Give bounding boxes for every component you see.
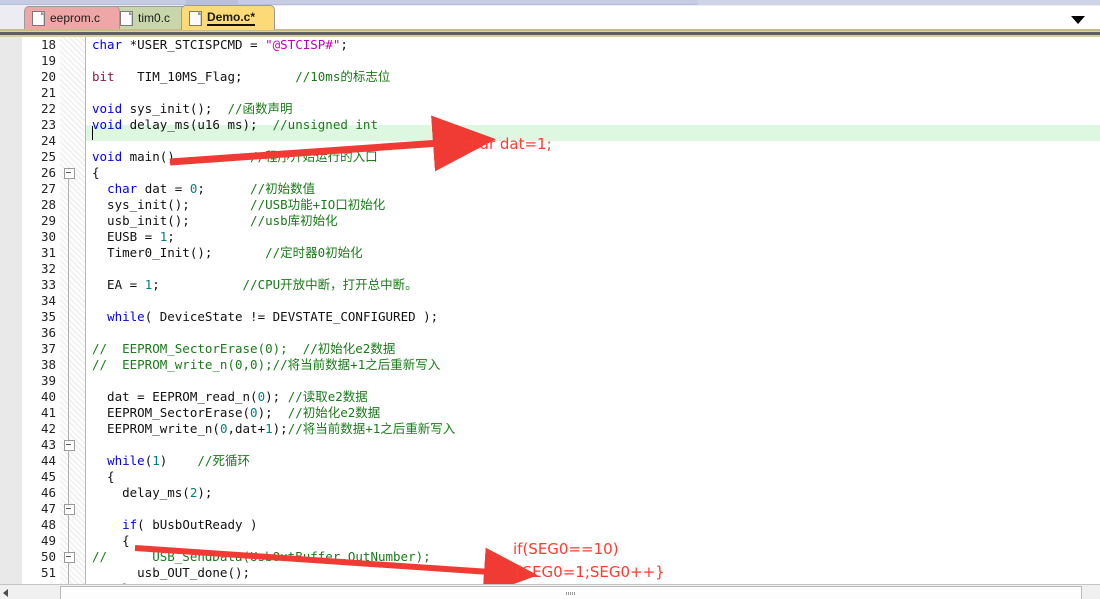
line-number: 35 [40,309,56,324]
line-number: 21 [40,85,56,100]
code-line[interactable]: { [92,165,100,181]
code-line[interactable]: char *USER_STCISPCMD = "@STCISP#"; [92,37,348,53]
code-line[interactable]: void main() //程序开始运行的入口 [92,149,378,165]
annotation-seg0-line2: {SEG0=1;SEG0++} [513,563,665,581]
annotation-char-dat: char dat=1; [462,135,552,153]
line-number: 38 [40,357,56,372]
line-number: 26 [40,165,56,180]
code-line[interactable]: // USB_SendData(UsbOutBuffer,OutNumber); [92,549,431,565]
line-number: 33 [40,277,56,292]
line-number: 39 [40,373,56,388]
line-number: 34 [40,293,56,308]
line-number: 29 [40,213,56,228]
line-number: 36 [40,325,56,340]
editor-tab-bar: eeprom.c tim0.c Demo.c* [0,5,1100,30]
line-number: 19 [40,53,56,68]
code-line[interactable]: // EEPROM_SectorErase(0); //初始化e2数据 [92,341,395,357]
toolbar-separator [0,29,1100,37]
line-number: 43 [40,437,56,452]
line-number: 50 [40,549,56,564]
scrollbar-grip [566,592,576,595]
line-number: 27 [40,181,56,196]
line-number: 47 [40,501,56,516]
code-line[interactable]: // EEPROM_write_n(0,0);//将当前数据+1之后重新写入 [92,357,440,373]
code-line[interactable]: { [92,469,115,485]
tab-tim0-c[interactable]: tim0.c [112,6,188,29]
fold-toggle-icon[interactable] [64,504,75,515]
line-number: 18 [40,37,56,52]
line-number: 22 [40,101,56,116]
line-number: 37 [40,341,56,356]
fold-guide-line [68,178,69,444]
code-line[interactable]: { [92,533,130,549]
fold-guide-line [68,450,69,508]
code-line[interactable]: while(1) //死循环 [92,453,250,469]
tab-label: eeprom.c [50,11,101,25]
code-editor-window: eeprom.c tim0.c Demo.c* 18 19 20 21 22 2… [0,0,1100,599]
scroll-left-icon[interactable] [3,589,8,597]
fold-guide-line [68,562,69,584]
tab-demo-c-active[interactable]: Demo.c* [181,5,275,30]
line-number: 30 [40,229,56,244]
annotation-seg0-line1: if(SEG0==10) [513,540,619,558]
code-line[interactable]: EUSB = 1; [92,229,175,245]
code-line[interactable]: EA = 1; //CPU开放中断，打开总中断。 [92,277,418,293]
code-line[interactable]: if( bUsbOutReady ) [92,517,257,533]
horizontal-scrollbar[interactable] [0,584,1100,599]
line-number: 20 [40,69,56,84]
line-number: 46 [40,485,56,500]
line-number: 25 [40,149,56,164]
tab-eeprom-c[interactable]: eeprom.c [24,6,120,29]
file-icon [32,10,45,26]
line-number: 42 [40,421,56,436]
code-line[interactable]: char dat = 0; //初始数值 [92,181,315,197]
file-icon [120,10,133,26]
line-number: 28 [40,197,56,212]
code-line[interactable]: sys_init(); //USB功能+IO口初始化 [92,197,385,213]
code-line[interactable]: while( DeviceState != DEVSTATE_CONFIGURE… [92,309,438,325]
line-number: 51 [40,565,56,580]
code-line[interactable]: usb_OUT_done(); [92,565,250,581]
line-number: 44 [40,453,56,468]
line-number: 31 [40,245,56,260]
code-line[interactable]: delay_ms(2); [92,485,212,501]
line-number: 23 [40,117,56,132]
code-line[interactable]: bit TIM_10MS_Flag; //10ms的标志位 [92,69,390,85]
tab-label: tim0.c [138,11,171,25]
line-number: 24 [40,133,56,148]
code-line[interactable]: dat = EEPROM_read_n(0); //读取e2数据 [92,389,368,405]
fold-toggle-icon[interactable] [64,440,75,451]
code-line[interactable]: void sys_init(); //函数声明 [92,101,293,117]
code-line[interactable]: usb_init(); //usb库初始化 [92,213,338,229]
fold-guide-line [68,514,69,554]
fold-toggle-icon[interactable] [64,168,75,179]
code-line[interactable]: Timer0_Init(); //定时器0初始化 [92,245,363,261]
file-icon [189,10,202,26]
fold-toggle-icon[interactable] [64,552,75,563]
chevron-down-icon[interactable] [1071,16,1085,24]
line-number: 49 [40,533,56,548]
tab-label: Demo.c* [207,10,256,26]
line-number: 45 [40,469,56,484]
code-line[interactable]: void delay_ms(u16 ms); //unsigned int [92,117,378,133]
line-number: 32 [40,261,56,276]
code-line[interactable]: EEPROM_write_n(0,dat+1);//将当前数据+1之后重新写入 [92,421,455,437]
line-number: 48 [40,517,56,532]
code-content[interactable]: 18 19 20 21 22 23 24 25 26 27 28 29 30 3… [0,37,1100,584]
editor-surface[interactable]: 18 19 20 21 22 23 24 25 26 27 28 29 30 3… [0,37,1100,584]
tab-bar-background [274,6,1100,30]
line-number: 41 [40,405,56,420]
scrollbar-thumb[interactable] [60,586,1082,599]
code-line[interactable]: EEPROM_SectorErase(0); //初始化e2数据 [92,405,380,421]
line-number: 40 [40,389,56,404]
